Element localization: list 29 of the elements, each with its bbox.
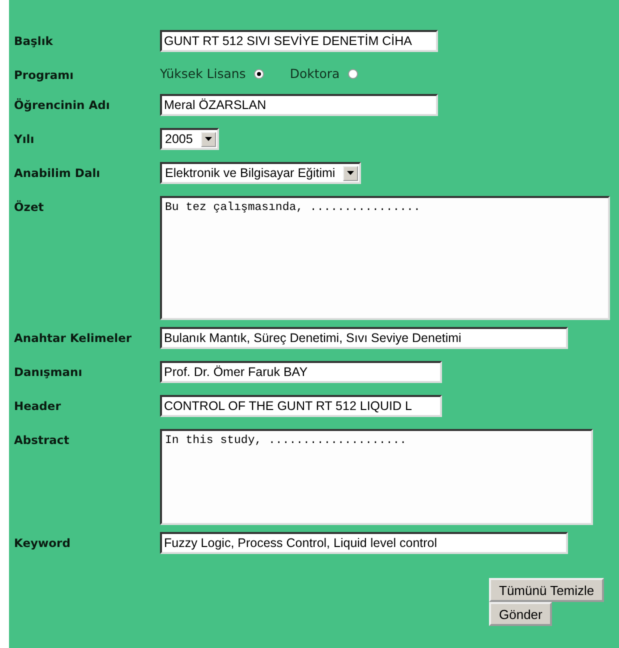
radio-button[interactable] (348, 68, 358, 78)
field-label: Programı (14, 67, 75, 82)
text-field[interactable]: CONTROL OF THE GUNT RT 512 LIQUID L (160, 395, 442, 417)
text-field[interactable]: Fuzzy Logic, Process Control, Liquid level control (160, 532, 568, 554)
field-label: Anahtar Kelimeler (14, 330, 133, 345)
dropdown[interactable]: Elektronik ve Bilgisayar Eğitimi (160, 162, 362, 184)
dropdown-arrow-icon (347, 171, 354, 175)
dropdown-arrow-icon (204, 137, 212, 141)
field-label: Özet (14, 199, 45, 214)
text-field[interactable]: GUNT RT 512 SIVI SEVİYE DENETİM CİHA (160, 30, 438, 52)
dropdown[interactable]: 2005 (160, 128, 219, 150)
text-field[interactable]: Meral ÖZARSLAN (160, 94, 438, 116)
field-label: Abstract (14, 432, 70, 447)
text-area[interactable]: Bu tez çalışmasında, ................ (160, 196, 610, 320)
submit-button[interactable]: Gönder (489, 602, 552, 626)
field-label: Danışmanı (14, 364, 84, 379)
clear-button[interactable]: Tümünü Temizle (489, 578, 604, 602)
option-label: Yüksek Lisans (160, 66, 246, 81)
text-field[interactable]: Bulanık Mantık, Süreç Denetimi, Sıvı Seviye Denetimi (160, 327, 568, 349)
field-label: Keyword (14, 535, 72, 550)
field-label: Başlık (14, 33, 54, 48)
text-field[interactable]: Prof. Dr. Ömer Faruk BAY (160, 361, 442, 383)
text-area[interactable]: In this study, .................... (160, 429, 593, 525)
field-label: Öğrencinin Adı (14, 97, 111, 112)
field-label: Anabilim Dalı (14, 165, 102, 180)
field-label: Yılı (14, 131, 36, 146)
option-label: Doktora (290, 66, 340, 81)
radio-button[interactable] (254, 68, 264, 78)
field-label: Header (14, 398, 62, 413)
